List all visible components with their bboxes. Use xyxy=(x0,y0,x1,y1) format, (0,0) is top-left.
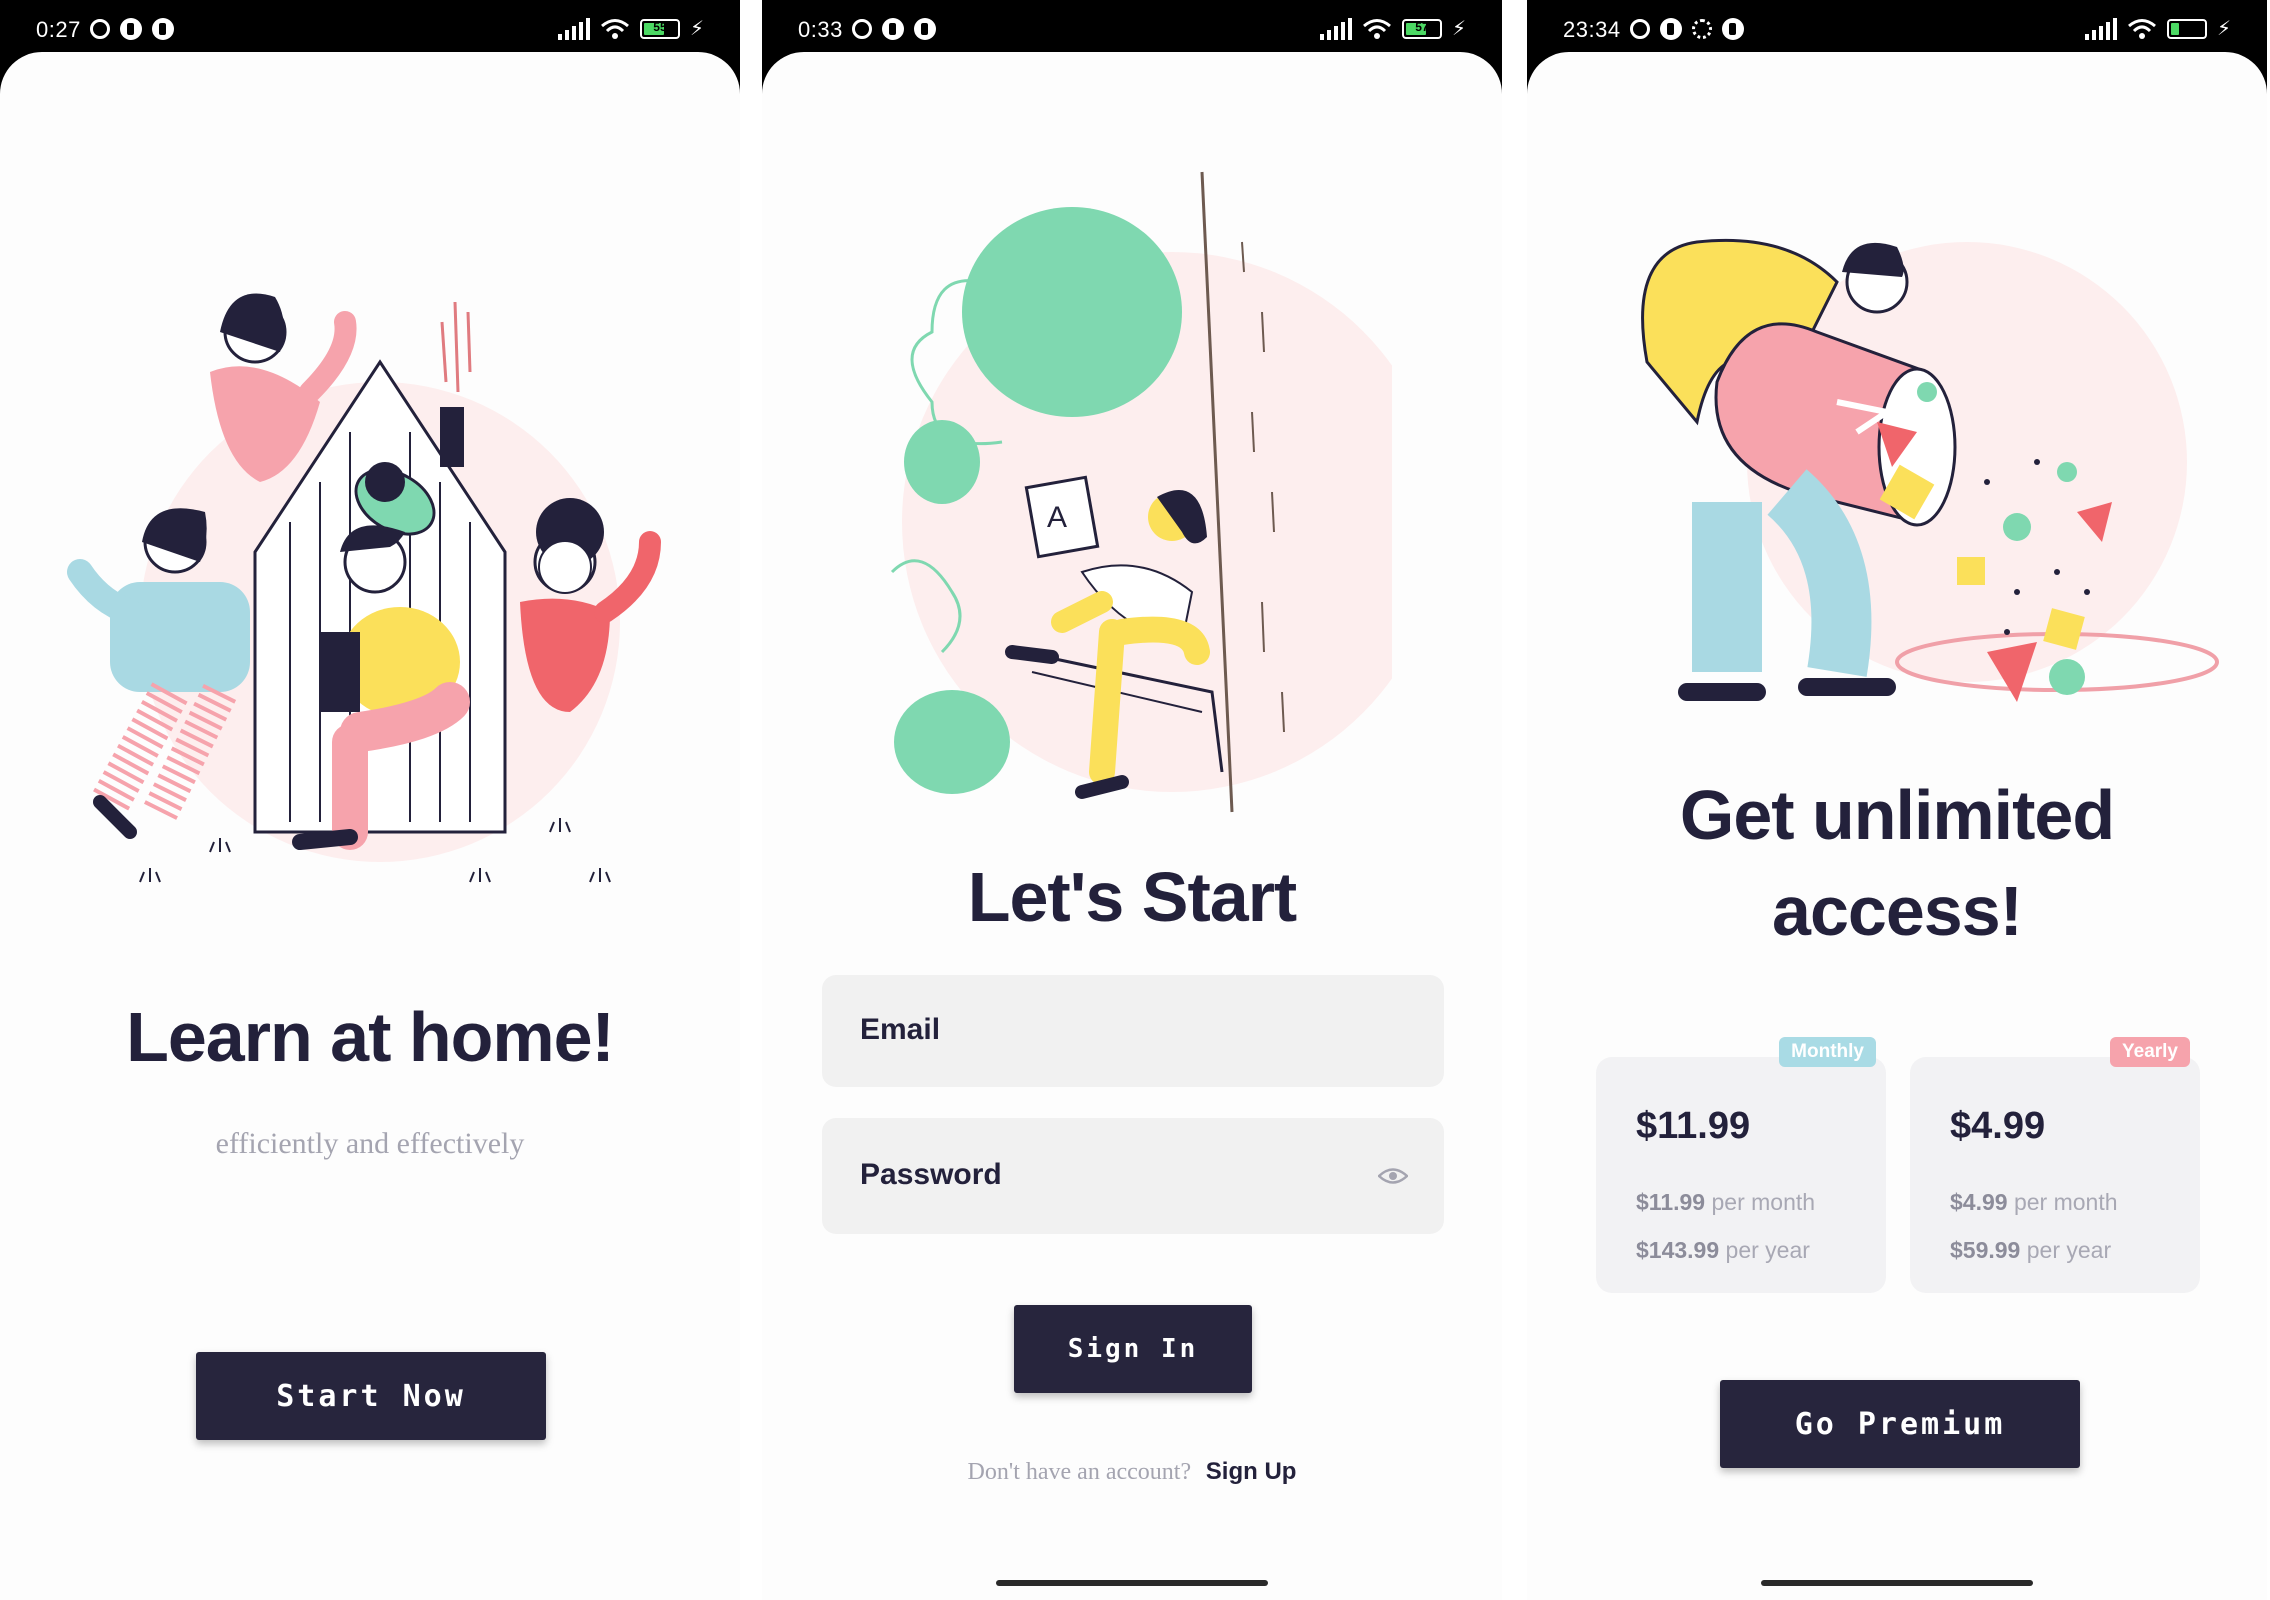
page-title: Get unlimited access! xyxy=(1527,767,2267,959)
plan-card-yearly[interactable]: Yearly $4.99 $4.99 per month $59.99 per … xyxy=(1910,1037,2200,1293)
signal-icon xyxy=(2084,17,2117,40)
signup-prompt-text: Don't have an account? xyxy=(967,1459,1192,1485)
plan-yearly-rate-unit: per year xyxy=(1725,1237,1810,1263)
show-password-eye-icon[interactable] xyxy=(1378,1167,1408,1185)
signup-prompt: Don't have an account? Sign Up xyxy=(762,1458,1502,1486)
app-notification-icon xyxy=(152,18,174,40)
phone-screen-onboarding: 0:27 55 ⚡ Learn at home! efficiently and… xyxy=(0,0,740,1600)
screen-content: Get unlimited access! Monthly $11.99 $11… xyxy=(1527,52,2267,1600)
house-people-illustration xyxy=(67,293,661,883)
plan-yearly-rate: $143.99 per year xyxy=(1636,1237,1810,1264)
app-notification-icon xyxy=(882,18,904,40)
tree-reading-illustration: A xyxy=(890,171,1392,813)
email-field-label: Email xyxy=(860,1013,941,1046)
alarm-icon xyxy=(852,19,872,39)
app-notification-icon xyxy=(914,18,936,40)
status-icons-left xyxy=(90,18,174,40)
plan-monthly-rate: $11.99 per month xyxy=(1636,1189,1815,1216)
app-notification-icon xyxy=(120,18,142,40)
password-field[interactable]: Password xyxy=(822,1118,1444,1234)
wifi-icon xyxy=(2127,18,2156,39)
battery-level: 57 xyxy=(1415,19,1429,34)
plan-monthly-rate-unit: per month xyxy=(2013,1189,2118,1215)
plan-yearly-rate-unit: per year xyxy=(2026,1237,2112,1263)
status-time: 23:34 xyxy=(1563,17,1621,42)
status-icons-left xyxy=(852,18,936,40)
battery-level: 22 xyxy=(2180,19,2194,34)
plan-monthly-rate-value: $11.99 xyxy=(1636,1189,1706,1215)
email-field[interactable]: Email xyxy=(822,975,1444,1087)
app-notification-icon xyxy=(1722,18,1744,40)
home-indicator[interactable] xyxy=(1761,1580,2033,1586)
page-title: Learn at home! xyxy=(126,998,615,1076)
status-time: 0:27 xyxy=(36,17,81,42)
status-icons-right: 55 ⚡ xyxy=(557,16,704,41)
plan-monthly-rate: $4.99 per month xyxy=(1950,1189,2118,1216)
wifi-icon xyxy=(1362,18,1391,39)
battery-level: 55 xyxy=(653,19,667,34)
sign-in-button[interactable]: Sign In xyxy=(1014,1305,1252,1393)
phone-screen-sign-in: 0:33 57 ⚡ A Let's Start Email Password S… xyxy=(762,0,1502,1600)
plan-monthly-rate-value: $4.99 xyxy=(1950,1189,2008,1215)
plan-yearly-rate: $59.99 per year xyxy=(1950,1237,2111,1264)
plan-monthly-rate-unit: per month xyxy=(1711,1189,1816,1215)
sync-icon xyxy=(1692,19,1712,39)
phone-screen-premium: 23:34 22 ⚡ Get unlimited access! Monthly… xyxy=(1527,0,2267,1600)
signal-icon xyxy=(557,17,590,40)
sign-up-link[interactable]: Sign Up xyxy=(1206,1458,1297,1485)
svg-text:A: A xyxy=(1047,501,1067,534)
home-indicator[interactable] xyxy=(996,1580,1268,1586)
page-title: Let's Start xyxy=(967,858,1298,936)
app-notification-icon xyxy=(1660,18,1682,40)
battery-icon: 22 xyxy=(2166,18,2207,39)
charging-icon: ⚡ xyxy=(2216,18,2231,40)
battery-icon: 57 xyxy=(1401,18,1442,39)
alarm-icon xyxy=(90,19,110,39)
status-time: 0:33 xyxy=(798,17,843,42)
charging-icon: ⚡ xyxy=(1451,18,1466,40)
go-premium-button[interactable]: Go Premium xyxy=(1720,1380,2080,1468)
charging-icon: ⚡ xyxy=(689,18,704,40)
page-title-line-1: Get unlimited xyxy=(1679,776,2115,854)
plan-price: $4.99 xyxy=(1950,1105,2046,1147)
page-title-line-2: access! xyxy=(1772,872,2023,950)
plan-price: $11.99 xyxy=(1636,1105,1751,1147)
plan-badge-yearly: Yearly xyxy=(2110,1037,2190,1067)
plan-card-monthly[interactable]: Monthly $11.99 $11.99 per month $143.99 … xyxy=(1596,1037,1886,1293)
screen-content: Learn at home! efficiently and effective… xyxy=(0,52,740,1600)
battery-icon: 55 xyxy=(639,18,680,39)
plan-yearly-rate-value: $59.99 xyxy=(1950,1237,2021,1263)
signal-icon xyxy=(1319,17,1352,40)
start-now-button[interactable]: Start Now xyxy=(196,1352,546,1440)
status-icons-left xyxy=(1630,18,1744,40)
status-bar: 23:34 22 ⚡ xyxy=(1527,0,2267,58)
pouring-shapes-illustration xyxy=(1641,238,2219,702)
status-bar: 0:33 57 ⚡ xyxy=(762,0,1502,58)
status-bar: 0:27 55 ⚡ xyxy=(0,0,740,58)
screen-content: A Let's Start Email Password Sign In Don… xyxy=(762,52,1502,1600)
wifi-icon xyxy=(600,18,629,39)
plan-yearly-rate-value: $143.99 xyxy=(1636,1237,1720,1263)
password-field-label: Password xyxy=(860,1158,1002,1191)
status-icons-right: 57 ⚡ xyxy=(1319,16,1466,41)
status-icons-right: 22 ⚡ xyxy=(2084,16,2231,41)
page-subtitle: efficiently and effectively xyxy=(215,1127,525,1160)
alarm-icon xyxy=(1630,19,1650,39)
plan-badge-monthly: Monthly xyxy=(1779,1037,1876,1067)
